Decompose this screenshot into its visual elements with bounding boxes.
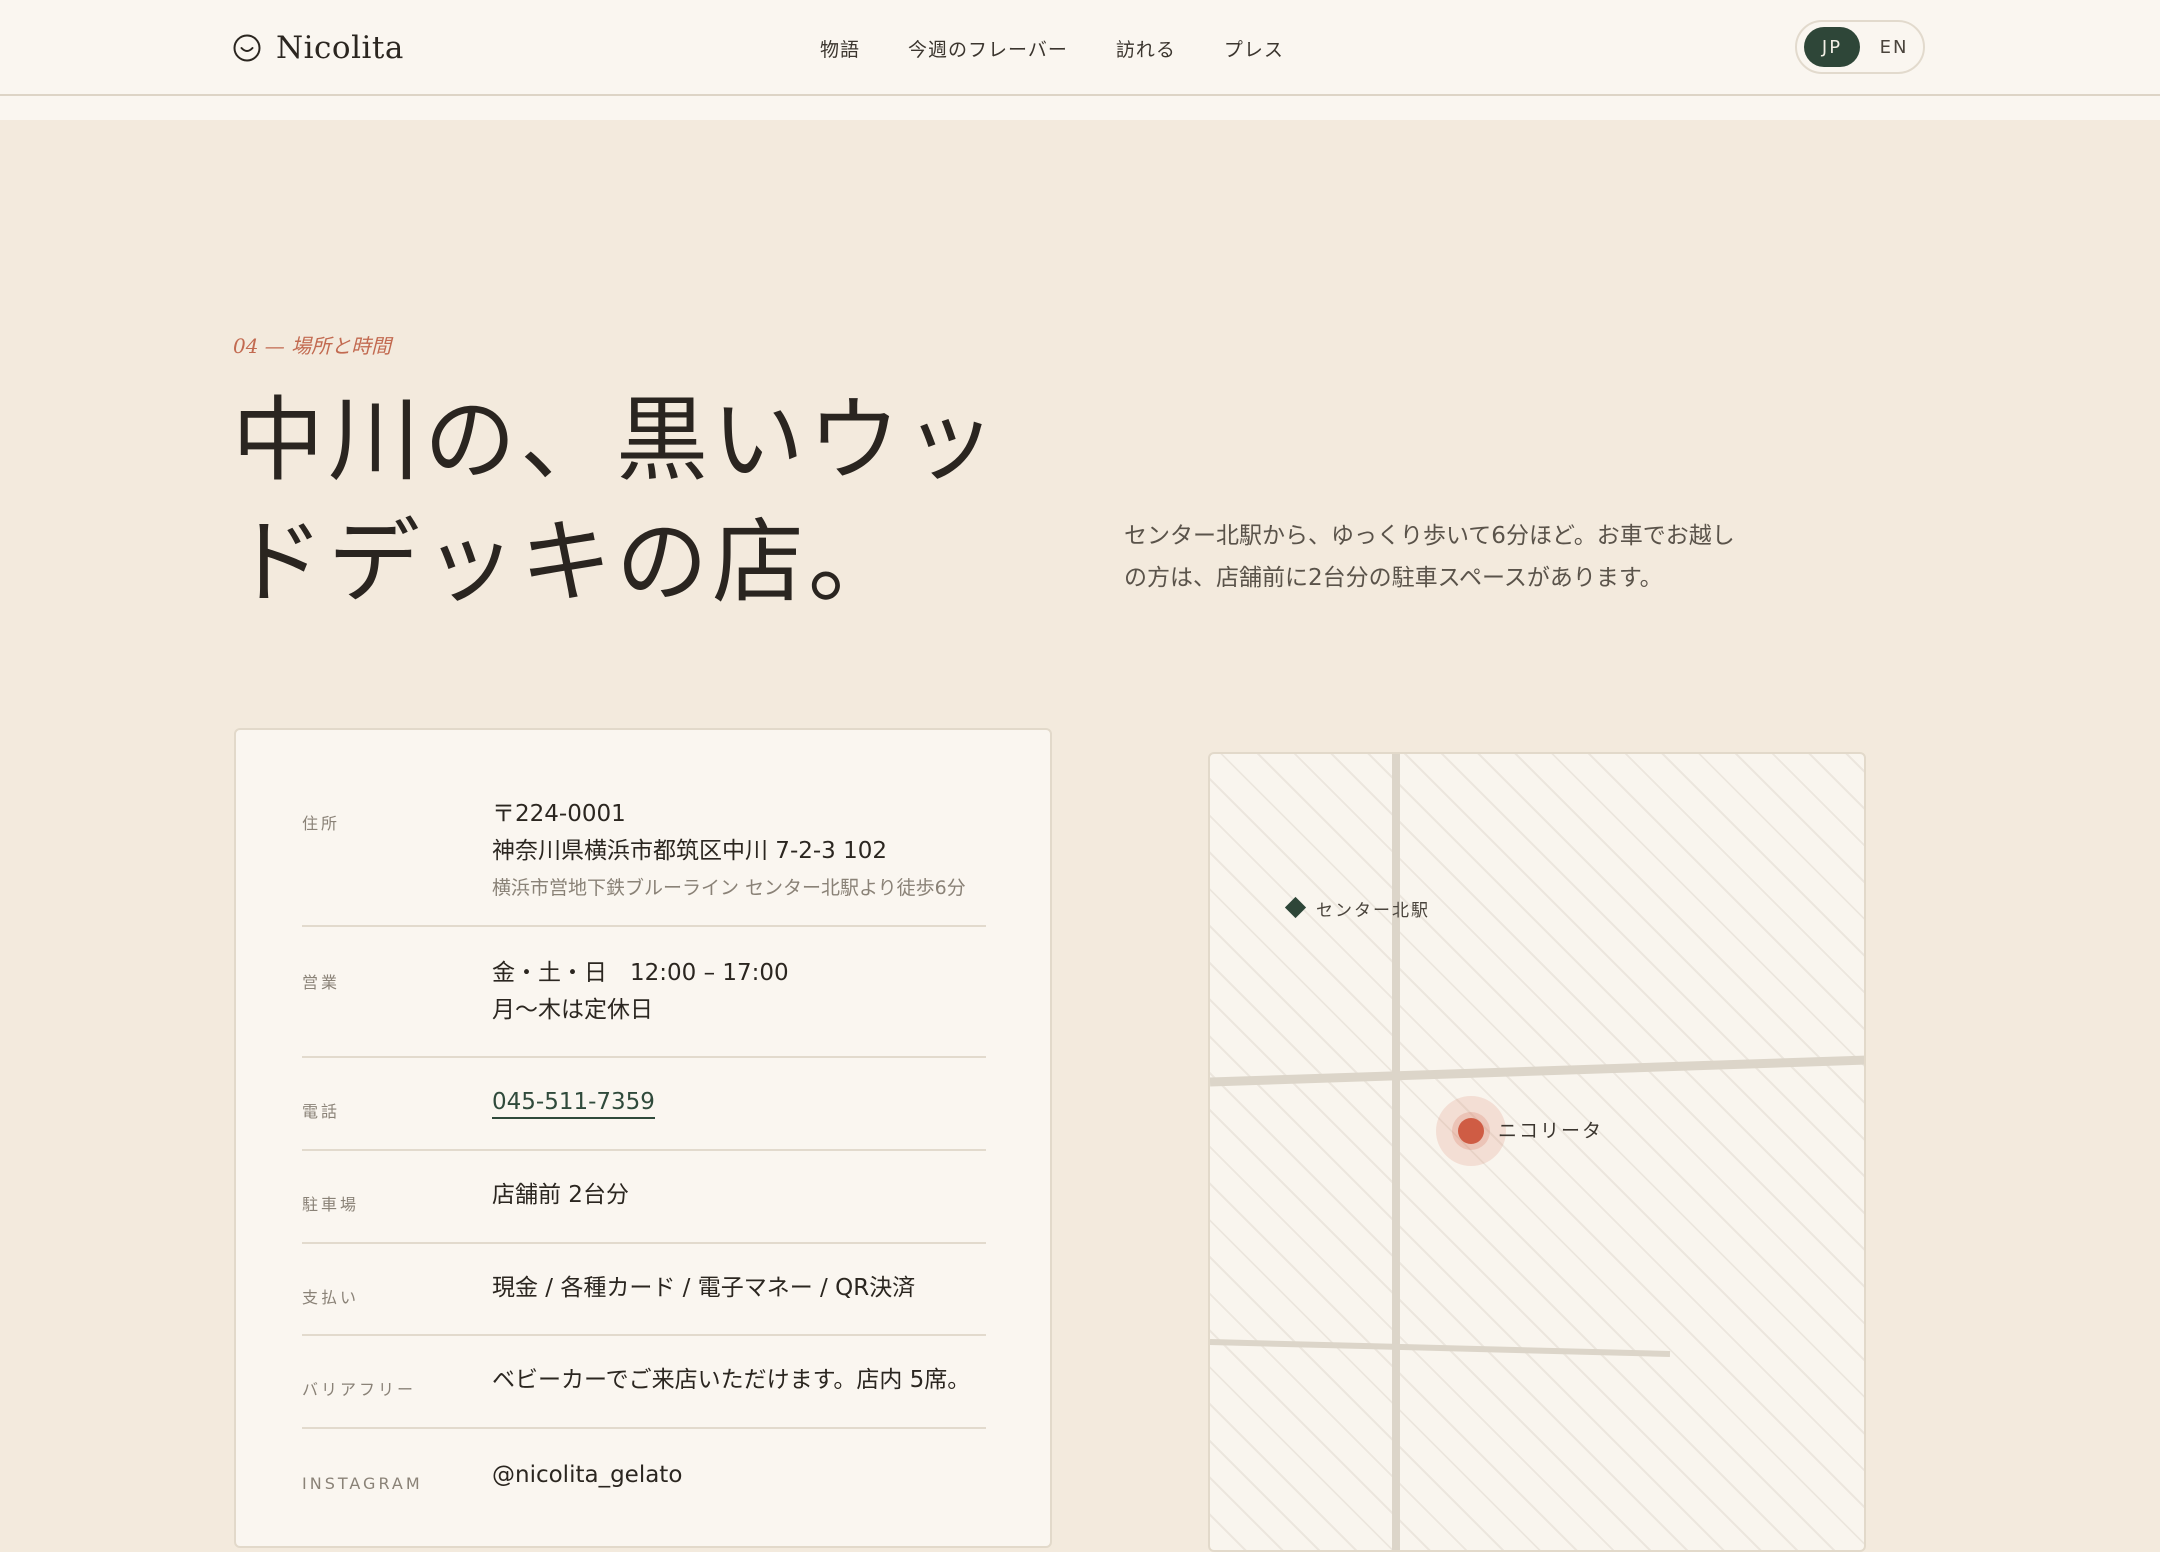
brand-name: Nicolita <box>276 30 404 66</box>
info-row-phone: 電話 045-511-7359 <box>302 1058 986 1151</box>
hours-value: 金・土・日 12:00 – 17:00 月〜木は定休日 <box>492 955 789 1029</box>
address-access: 横浜市営地下鉄ブルーライン センター北駅より徒歩6分 <box>492 877 966 899</box>
shop-label: ニコリータ <box>1498 1120 1604 1142</box>
language-toggle: JP EN <box>1795 20 1925 74</box>
main-nav: 物語 今週のフレーバー 訪れる プレス <box>820 30 1284 66</box>
nav-item-press[interactable]: プレス <box>1224 35 1284 62</box>
info-card: 住所 〒224-0001 神奈川県横浜市都筑区中川 7-2-3 102 横浜市営… <box>234 728 1052 1548</box>
location-map[interactable]: センター北駅 ニコリータ <box>1208 752 1866 1552</box>
info-row-hours: 営業 金・土・日 12:00 – 17:00 月〜木は定休日 <box>302 927 986 1058</box>
address-postal: 〒224-0001 <box>492 801 626 827</box>
lang-en-button[interactable]: EN <box>1869 27 1919 67</box>
nav-item-visit[interactable]: 訪れる <box>1116 35 1176 62</box>
smile-circle-icon <box>232 33 262 63</box>
payment-value: 現金 / 各種カード / 電子マネー / QR決済 <box>492 1275 916 1301</box>
info-row-payment: 支払い 現金 / 各種カード / 電子マネー / QR決済 <box>302 1244 986 1336</box>
hours-open: 金・土・日 12:00 – 17:00 <box>492 960 789 986</box>
section-headline: 中川の、黒いウッ ドデッキの店。 <box>232 380 1012 624</box>
section-lead: センター北駅から、ゆっくり歩いて6分ほど。お車でお越しの方は、店舗前に2台分の駐… <box>1124 523 1735 591</box>
instagram-label: INSTAGRAM <box>302 1474 423 1493</box>
info-row-address: 住所 〒224-0001 神奈川県横浜市都筑区中川 7-2-3 102 横浜市営… <box>302 782 986 927</box>
nav-item-flavors[interactable]: 今週のフレーバー <box>908 35 1068 62</box>
phone-link[interactable]: 045-511-7359 <box>492 1089 655 1119</box>
hours-label: 営業 <box>302 973 341 992</box>
info-row-accessibility: バリアフリー ベビーカーでご来店いただけます。店内 5席。 <box>302 1336 986 1429</box>
instagram-value: @nicolita_gelato <box>492 1457 682 1494</box>
lang-jp-button[interactable]: JP <box>1804 27 1860 67</box>
info-row-parking: 駐車場 店舗前 2台分 <box>302 1151 986 1244</box>
address-value: 〒224-0001 神奈川県横浜市都筑区中川 7-2-3 102 横浜市営地下鉄… <box>492 796 966 907</box>
info-row-instagram: INSTAGRAM @nicolita_gelato <box>302 1429 986 1522</box>
headline-line-2: ドデッキの店。 <box>232 509 905 616</box>
shop-marker-icon[interactable] <box>1458 1118 1484 1144</box>
payment-label: 支払い <box>302 1288 360 1307</box>
headline-line-1: 中川の、黒いウッ <box>232 387 1001 494</box>
station-label: センター北駅 <box>1316 901 1430 921</box>
phone-label: 電話 <box>302 1102 341 1121</box>
map-roads <box>1210 754 1864 1550</box>
nav-item-story[interactable]: 物語 <box>820 35 860 62</box>
instagram-link[interactable]: @nicolita_gelato <box>492 1462 682 1488</box>
brand-logo-link[interactable]: Nicolita <box>232 26 404 70</box>
accessibility-value: ベビーカーでご来店いただけます。店内 5席。 <box>492 1367 971 1393</box>
address-street: 神奈川県横浜市都筑区中川 7-2-3 102 <box>492 838 888 864</box>
header-spacer <box>0 96 2160 120</box>
address-label: 住所 <box>302 814 341 833</box>
accessibility-label: バリアフリー <box>302 1380 417 1399</box>
parking-label: 駐車場 <box>302 1195 360 1214</box>
hours-closed: 月〜木は定休日 <box>492 997 653 1023</box>
section-eyebrow: 04 — 場所と時間 <box>233 334 392 358</box>
parking-value: 店舗前 2台分 <box>492 1182 629 1208</box>
site-header: Nicolita 物語 今週のフレーバー 訪れる プレス JP EN <box>0 0 2160 96</box>
phone-value: 045-511-7359 <box>492 1084 655 1121</box>
